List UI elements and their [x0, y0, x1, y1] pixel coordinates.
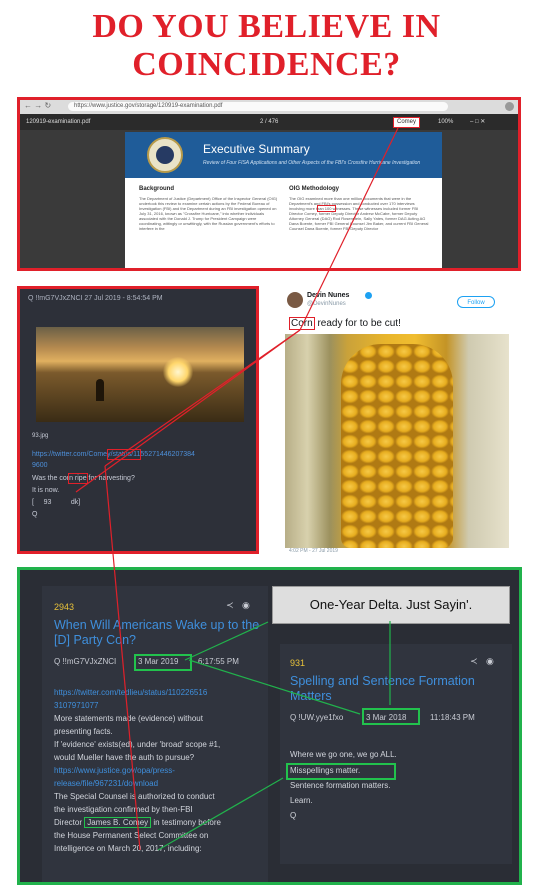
green-connector-delta-left: [184, 621, 269, 661]
red-connector-link-to-comey: [104, 465, 141, 851]
green-connector-dates: [188, 659, 361, 715]
red-connector-search-to-corn: [299, 127, 399, 331]
red-connector-corn-to-link: [104, 329, 301, 467]
red-connector-corn-word: [75, 329, 301, 493]
green-connector-misspelling: [157, 777, 284, 851]
connector-lines: [75, 127, 399, 851]
